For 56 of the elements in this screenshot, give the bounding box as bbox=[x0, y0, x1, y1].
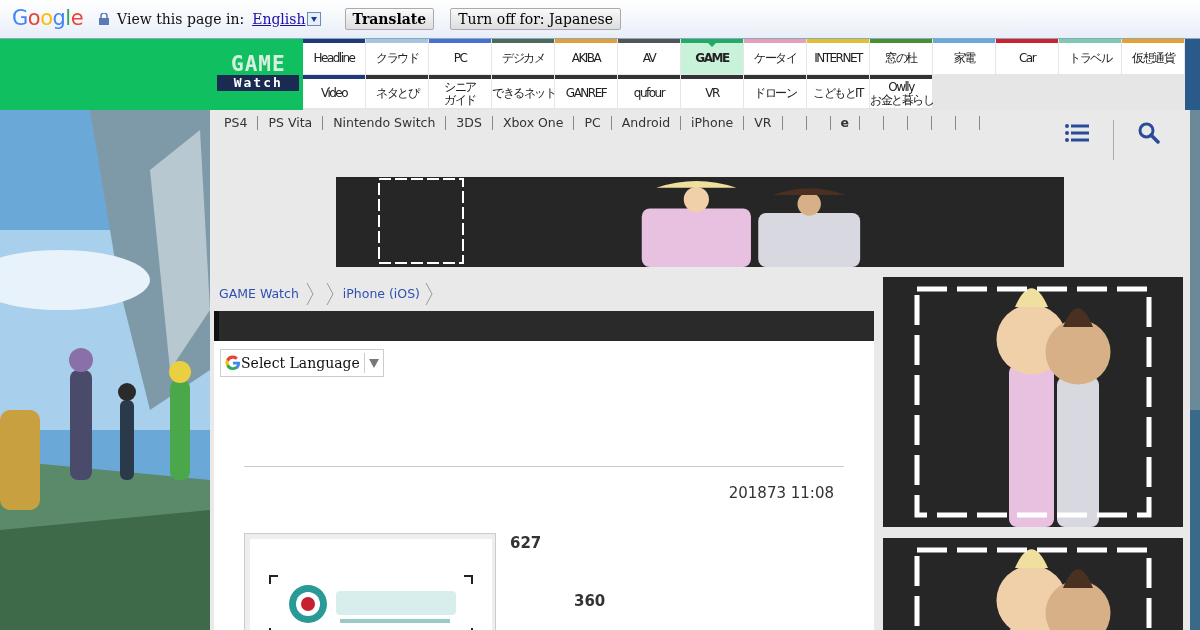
nav-tab[interactable]: GAME bbox=[681, 39, 743, 74]
nav-tab[interactable]: VR bbox=[681, 75, 743, 108]
nav-link[interactable]: Android bbox=[621, 116, 682, 130]
nav-link[interactable]: 3DS bbox=[456, 116, 493, 130]
nav-tab[interactable]: PC bbox=[429, 39, 491, 74]
nav-tab[interactable]: GANREF bbox=[555, 75, 617, 108]
chevron-icon bbox=[304, 282, 315, 306]
nav-link[interactable]: PS4 bbox=[224, 116, 259, 130]
nav-tab[interactable]: トラベル bbox=[1059, 39, 1121, 74]
menu-icon bbox=[1065, 122, 1089, 143]
breadcrumb-link[interactable]: GAME Watch bbox=[219, 284, 299, 304]
nav-link[interactable]: iPhone bbox=[691, 116, 745, 130]
prompt-text: View this page in: bbox=[117, 9, 245, 29]
nav-tab[interactable]: AKIBA bbox=[555, 39, 617, 74]
nav-link[interactable]: VR bbox=[754, 116, 783, 130]
nav-tab[interactable]: Owlly お金と暮らし bbox=[870, 75, 932, 108]
lock-icon bbox=[99, 13, 110, 25]
nav-tab[interactable]: シニア ガイド bbox=[429, 75, 491, 108]
nav-tab[interactable]: Video bbox=[303, 75, 365, 108]
chevron-icon bbox=[424, 282, 434, 306]
nav-tab[interactable]: qufour bbox=[618, 75, 680, 108]
nav-tab[interactable]: 家電 bbox=[933, 39, 995, 74]
nav-tab[interactable]: デジカメ bbox=[492, 39, 554, 74]
breadcrumb-link[interactable]: iPhone (iOS) bbox=[342, 284, 420, 304]
nav-link[interactable]: Xbox One bbox=[502, 116, 575, 130]
search-icon bbox=[1138, 121, 1160, 144]
dropdown-icon bbox=[306, 12, 321, 26]
stat-number: 627 bbox=[510, 532, 543, 554]
logo-text[interactable]: Watch bbox=[217, 75, 300, 91]
nav-tab[interactable]: AV bbox=[618, 39, 680, 74]
article-date: 201873 11:08 bbox=[727, 483, 835, 504]
caret-icon bbox=[368, 358, 379, 368]
nav-tab[interactable]: こどもとIT bbox=[807, 75, 869, 108]
translate-button[interactable]: Translate bbox=[344, 8, 435, 30]
nav-link[interactable]: Nintendo Switch bbox=[333, 116, 447, 130]
google-icon bbox=[225, 355, 241, 371]
nav-tab[interactable]: ネタとぴ bbox=[366, 75, 428, 108]
nav-tab[interactable]: 窓の杜 bbox=[870, 39, 932, 74]
language-link[interactable]: English bbox=[252, 8, 306, 30]
nav-tab[interactable]: INTERNET bbox=[807, 39, 869, 74]
chevron-icon bbox=[324, 282, 335, 306]
nav-tab[interactable]: できるネット bbox=[492, 75, 554, 108]
nav-tab[interactable]: Car bbox=[996, 39, 1058, 74]
nav-tab[interactable]: 仮想通貨 bbox=[1122, 39, 1184, 74]
turn-off-button[interactable]: Turn off for: Japanese bbox=[450, 8, 622, 30]
stat-number: 360 bbox=[574, 591, 606, 612]
nav-link[interactable]: e bbox=[840, 116, 860, 130]
nav-link[interactable]: PC bbox=[584, 116, 612, 130]
search-button[interactable] bbox=[1138, 120, 1160, 144]
nav-tab[interactable]: Headline bbox=[303, 39, 365, 74]
nav-tab[interactable]: ケータイ bbox=[744, 39, 806, 74]
nav-tab[interactable]: クラウド bbox=[366, 39, 428, 74]
google-logo: Google bbox=[12, 5, 84, 33]
nav-tab[interactable]: ドローン bbox=[744, 75, 806, 108]
language-select[interactable]: Select Language bbox=[220, 349, 384, 377]
nav-link[interactable]: PS Vita bbox=[268, 116, 324, 130]
